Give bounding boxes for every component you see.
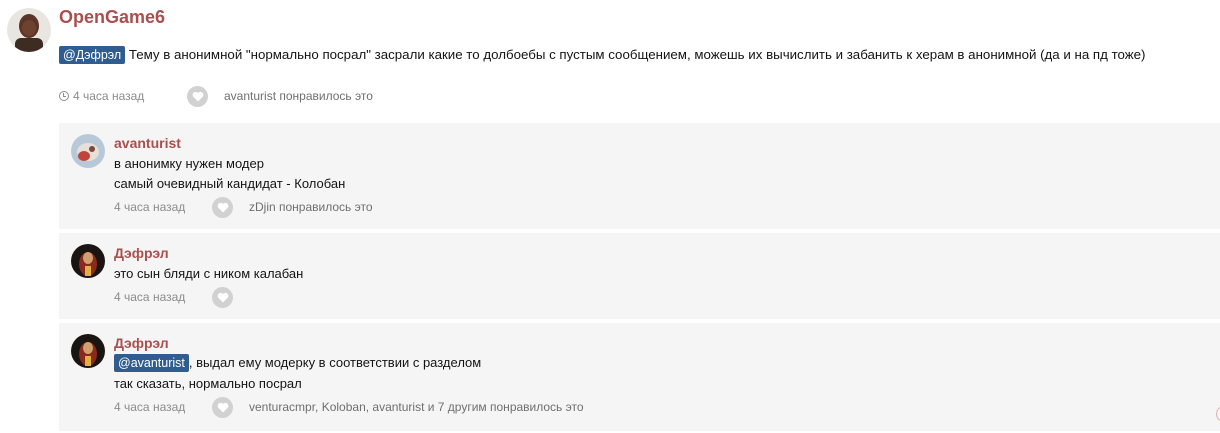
like-button[interactable] bbox=[212, 196, 233, 218]
like-button[interactable] bbox=[212, 286, 233, 308]
post-likes[interactable]: avanturist понравилось это bbox=[224, 89, 373, 103]
post-time[interactable]: 4 часа назад bbox=[73, 89, 187, 103]
reply: avanturist в анонимку нужен модер самый … bbox=[59, 123, 1220, 229]
reply-author[interactable]: Дэфрэл bbox=[114, 335, 169, 351]
reply-avatar[interactable] bbox=[71, 334, 105, 368]
heart-icon bbox=[217, 292, 228, 302]
like-button[interactable] bbox=[212, 396, 233, 418]
post-text: Тему в анонимной "нормально посрал" заср… bbox=[125, 47, 1146, 62]
reply-author[interactable]: avanturist bbox=[114, 135, 181, 151]
reply-time[interactable]: 4 часа назад bbox=[114, 290, 212, 304]
post: OpenGame6 @Дэфрэл Тему в анонимной "норм… bbox=[0, 0, 1220, 433]
reply-meta: 4 часа назад zDjin понравилось это bbox=[114, 196, 373, 218]
reply-likes[interactable]: zDjin понравилось это bbox=[249, 200, 373, 214]
reply-text: это сын бляди с ником калабан bbox=[114, 266, 304, 281]
reply-text: самый очевидный кандидат - Колобан bbox=[114, 176, 346, 191]
heart-icon bbox=[217, 202, 228, 212]
heart-icon bbox=[217, 402, 228, 412]
reply-text: так сказать, нормально посрал bbox=[114, 376, 302, 391]
post-author[interactable]: OpenGame6 bbox=[59, 7, 165, 28]
like-button[interactable] bbox=[187, 85, 208, 107]
reply-text: , выдал ему модерку в соответствии с раз… bbox=[188, 355, 482, 370]
heart-icon bbox=[192, 91, 203, 101]
author-avatar[interactable] bbox=[7, 8, 51, 52]
reply-text: в анонимку нужен модер bbox=[114, 156, 264, 171]
reply: Дэфрэл это сын бляди с ником калабан 4 ч… bbox=[59, 233, 1220, 319]
reply-author[interactable]: Дэфрэл bbox=[114, 245, 169, 261]
reply-avatar[interactable] bbox=[71, 134, 105, 168]
reply-time[interactable]: 4 часа назад bbox=[114, 200, 212, 214]
clock-icon bbox=[59, 91, 69, 101]
reply-likes[interactable]: venturacmpr, Koloban, avanturist и 7 дру… bbox=[249, 400, 584, 414]
reply-text-line: @avanturist, выдал ему модерку в соответ… bbox=[114, 354, 481, 372]
reply-meta: 4 часа назад venturacmpr, Koloban, avant… bbox=[114, 396, 584, 418]
reply-avatar[interactable] bbox=[71, 244, 105, 278]
mention-tag[interactable]: @avanturist bbox=[114, 354, 189, 372]
post-meta: 4 часа назад avanturist понравилось это bbox=[59, 85, 373, 107]
mention-tag[interactable]: @Дэфрэл bbox=[59, 46, 126, 64]
reply-time[interactable]: 4 часа назад bbox=[114, 400, 212, 414]
reply: Дэфрэл @avanturist, выдал ему модерку в … bbox=[59, 323, 1220, 431]
post-message: @Дэфрэл Тему в анонимной "нормально поср… bbox=[59, 46, 1145, 64]
reply-meta: 4 часа назад bbox=[114, 286, 233, 308]
